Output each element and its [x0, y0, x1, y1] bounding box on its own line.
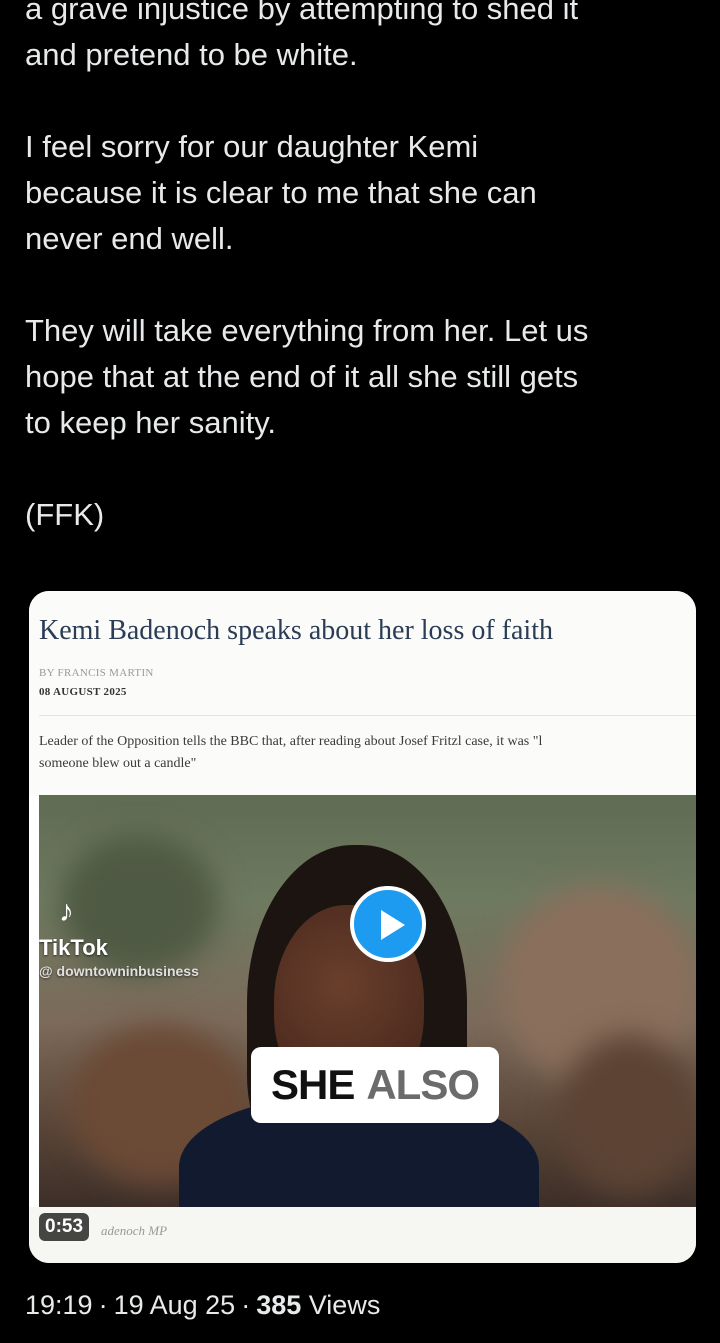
- video-duration-badge: 0:53: [39, 1213, 90, 1241]
- video-caption: SHE ALSO: [251, 1047, 499, 1123]
- photo-caption: adenoch MP: [101, 1223, 168, 1238]
- tiktok-handle: @ downtowninbusiness: [39, 963, 199, 979]
- divider: [39, 715, 696, 716]
- tiktok-logo-icon: ♪: [59, 895, 74, 928]
- article-title: Kemi Badenoch speaks about her loss of f…: [39, 615, 553, 646]
- tweet-time[interactable]: 19:19: [25, 1290, 93, 1320]
- separator: ·: [98, 1290, 108, 1320]
- standfirst-line: Leader of the Opposition tells the BBC t…: [39, 734, 543, 749]
- tweet-paragraph: a grave injustice by attempting to shed …: [25, 0, 579, 72]
- video-frame[interactable]: ♪ TikTok @ downtowninbusiness SHE ALSO: [39, 795, 696, 1207]
- video-media-card[interactable]: Kemi Badenoch speaks about her loss of f…: [29, 591, 696, 1263]
- tweet-paragraph: I feel sorry for our daughter Kemi becau…: [25, 129, 537, 256]
- standfirst-line: someone blew out a candle": [39, 756, 197, 771]
- tweet-text: a grave injustice by attempting to shed …: [25, 0, 705, 538]
- tweet-paragraph: (FFK): [25, 497, 105, 532]
- article-byline: by FRANCIS MARTIN: [39, 667, 154, 679]
- tiktok-watermark: TikTok: [39, 935, 108, 960]
- views-label: Views: [308, 1290, 381, 1320]
- tweet-meta: 19:19 · 19 Aug 25 · 385 Views: [25, 1290, 380, 1321]
- article-standfirst: Leader of the Opposition tells the BBC t…: [39, 731, 696, 775]
- photo-credit: PA/AL: [669, 1195, 692, 1204]
- views-count[interactable]: 385: [256, 1290, 301, 1320]
- separator: ·: [241, 1290, 251, 1320]
- background-blur: [559, 1035, 696, 1195]
- caption-word: SHE: [270, 1061, 355, 1108]
- caption-word: ALSO: [366, 1061, 480, 1108]
- article-date: 08 AUGUST 2025: [39, 686, 127, 698]
- article-screenshot: Kemi Badenoch speaks about her loss of f…: [29, 591, 696, 796]
- tweet-paragraph: They will take everything from her. Let …: [25, 313, 589, 440]
- tweet-date[interactable]: 19 Aug 25: [114, 1290, 236, 1320]
- play-icon: [381, 910, 405, 940]
- play-button[interactable]: [350, 886, 426, 962]
